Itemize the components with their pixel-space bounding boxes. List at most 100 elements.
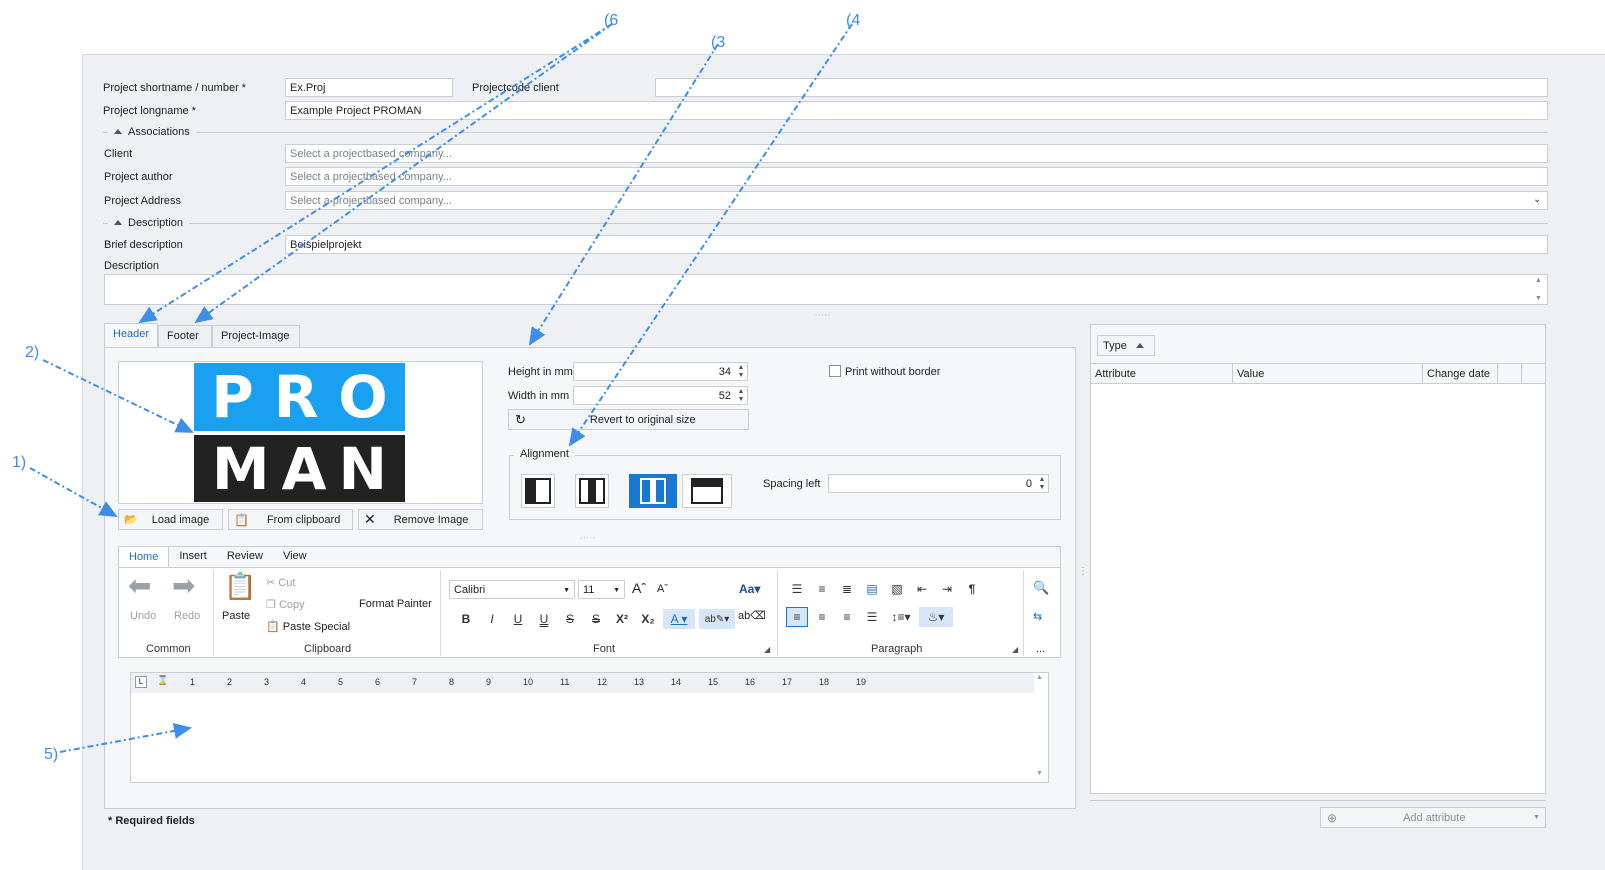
ruler-mark: 12 — [597, 677, 608, 687]
remove-image-button[interactable]: ✕ Remove Image — [358, 509, 483, 530]
undo-icon[interactable]: ⬅ — [128, 572, 151, 600]
shortname-input[interactable]: Ex.Proj — [285, 78, 453, 97]
dialog-launcher-icon[interactable]: ◢ — [1012, 645, 1018, 654]
scroll-up-icon[interactable]: ▲ — [1036, 674, 1043, 681]
list-style-icon[interactable]: ▤ — [861, 579, 883, 599]
associations-title: Associations — [128, 126, 190, 138]
align-left-button[interactable] — [521, 474, 555, 508]
ribbon-tab-home[interactable]: Home — [118, 546, 170, 567]
decrease-indent-icon[interactable]: ⇤ — [911, 579, 933, 599]
chevron-down-icon[interactable]: ⌄ — [1533, 194, 1541, 205]
tab-stop-icon[interactable]: L — [135, 676, 147, 688]
ruler-mark: 14 — [671, 677, 682, 687]
format-painter-button[interactable]: Format Painter — [359, 598, 432, 610]
cut-icon: ✂ — [266, 577, 276, 589]
multilevel-list-icon[interactable]: ≣ — [836, 579, 858, 599]
align-center-button[interactable] — [575, 474, 609, 508]
pilcrow-icon[interactable]: ¶ — [961, 579, 983, 599]
align-right-button[interactable] — [629, 474, 677, 508]
font-name-select[interactable]: Calibri ▼ — [449, 580, 575, 599]
double-strikethrough-icon[interactable]: S — [585, 609, 607, 629]
grow-font-icon[interactable]: Aˆ — [632, 580, 646, 596]
find-icon[interactable]: 🔍 — [1033, 580, 1049, 596]
projectcode-input[interactable] — [655, 78, 1548, 97]
clear-format-icon[interactable]: ab⌫ — [738, 609, 766, 622]
redo-icon[interactable]: ➡ — [172, 572, 195, 600]
superscript-icon[interactable]: X² — [611, 609, 633, 629]
font-size-select[interactable]: 11 ▼ — [578, 580, 625, 599]
revert-size-button[interactable]: ↻ Revert to original size — [508, 409, 749, 430]
italic-icon[interactable]: I — [481, 609, 503, 629]
font-name-value: Calibri — [454, 584, 486, 596]
spacing-left-spinner[interactable]: 0 ▲ ▼ — [828, 474, 1049, 493]
highlight-icon[interactable]: ab✎▾ — [699, 609, 735, 629]
load-image-button[interactable]: 📂 Load image — [118, 509, 223, 530]
tab-project-image[interactable]: Project-Image — [212, 325, 300, 347]
spinner-arrows-icon[interactable]: ▲ ▼ — [737, 388, 745, 404]
sort-asc-icon — [1135, 343, 1144, 348]
tab-footer[interactable]: Footer — [158, 325, 212, 347]
font-color-icon[interactable]: A ▾ — [663, 609, 695, 629]
align-text-left-icon[interactable]: ≡ — [786, 607, 808, 627]
copy-button[interactable]: ❐ Copy — [266, 598, 305, 611]
spinner-arrows-icon[interactable]: ▲ ▼ — [1038, 476, 1046, 492]
change-case-icon[interactable]: Aa▾ — [739, 582, 760, 596]
client-select[interactable]: Select a projectbased company... — [285, 144, 1548, 163]
from-clipboard-button[interactable]: 📋 From clipboard — [228, 509, 353, 530]
ribbon-tab-review[interactable]: Review — [217, 546, 273, 567]
align-text-right-icon[interactable]: ≡ — [836, 607, 858, 627]
description-toggle[interactable]: Description — [108, 217, 190, 229]
width-spinner[interactable]: 52 ▲ ▼ — [573, 386, 748, 405]
ribbon-tab-view[interactable]: View — [273, 546, 317, 567]
associations-toggle[interactable]: Associations — [108, 126, 196, 138]
paste-special-button[interactable]: 📋 Paste Special — [266, 620, 350, 633]
increase-indent-icon[interactable]: ⇥ — [936, 579, 958, 599]
subscript-icon[interactable]: X₂ — [637, 609, 659, 629]
author-select[interactable]: Select a projectbased company... — [285, 167, 1548, 186]
height-spinner[interactable]: 34 ▲ ▼ — [573, 362, 748, 381]
address-select[interactable]: Select a projectbased company... — [285, 191, 1548, 210]
type-group-button[interactable]: Type — [1097, 335, 1155, 356]
paste-special-icon: 📋 — [266, 621, 280, 633]
brief-input[interactable]: Beispielprojekt — [285, 235, 1548, 254]
bold-icon[interactable]: B — [455, 609, 477, 629]
ribbon-tab-insert[interactable]: Insert — [169, 546, 217, 567]
print-without-border-checkbox[interactable] — [829, 365, 841, 377]
spinner-arrows-icon[interactable]: ▲ ▼ — [737, 364, 745, 380]
align-text-center-icon[interactable]: ≡ — [811, 607, 833, 627]
tab-header[interactable]: Header — [104, 323, 158, 347]
bullets-icon[interactable]: ☰ — [786, 579, 808, 599]
strikethrough-icon[interactable]: S — [559, 609, 581, 629]
dialog-launcher-icon[interactable]: ◢ — [764, 645, 770, 654]
line-spacing-icon[interactable]: ↕≡▾ — [886, 607, 916, 627]
shrink-font-icon[interactable]: Aˇ — [657, 583, 668, 595]
longname-input[interactable]: Example Project PROMAN — [285, 101, 1548, 120]
align-full-button[interactable] — [682, 474, 732, 508]
paste-icon[interactable]: 📋 — [224, 571, 256, 601]
ribbon-separator — [1023, 570, 1024, 656]
ribbon-separator — [213, 570, 214, 656]
justify-icon[interactable]: ☰ — [861, 607, 883, 627]
type-label: Type — [1103, 339, 1127, 352]
splitter-grip[interactable]: ∙∙∙∙∙ — [580, 533, 596, 542]
vertical-splitter-grip[interactable]: ⋮ — [1078, 566, 1088, 577]
column-change-date[interactable]: Change date — [1423, 364, 1498, 384]
double-underline-icon[interactable]: U — [533, 609, 555, 629]
description-textarea[interactable] — [104, 274, 1548, 305]
shading-icon[interactable]: ♨▾ — [919, 607, 953, 627]
clear-list-icon[interactable]: ▧ — [886, 579, 908, 599]
splitter-grip[interactable]: ∙∙∙∙∙ — [815, 310, 831, 319]
scroll-down-icon[interactable]: ▼ — [1036, 770, 1043, 777]
add-attribute-label: Add attribute — [1403, 811, 1466, 824]
indent-marker-icon[interactable]: ⌛ — [157, 675, 168, 686]
replace-icon[interactable]: ⇆ — [1033, 610, 1042, 623]
add-attribute-button[interactable]: ⊕ Add attribute ▼ — [1320, 807, 1546, 828]
column-attribute[interactable]: Attribute — [1091, 364, 1233, 384]
associations-divider — [103, 132, 1548, 133]
underline-icon[interactable]: U — [507, 609, 529, 629]
column-value[interactable]: Value — [1233, 364, 1423, 384]
scroll-up-icon[interactable]: ▲ — [1535, 277, 1542, 284]
numbering-icon[interactable]: ≡ — [811, 579, 833, 599]
scroll-down-icon[interactable]: ▼ — [1535, 295, 1542, 302]
cut-button[interactable]: ✂ Cut — [266, 576, 295, 589]
